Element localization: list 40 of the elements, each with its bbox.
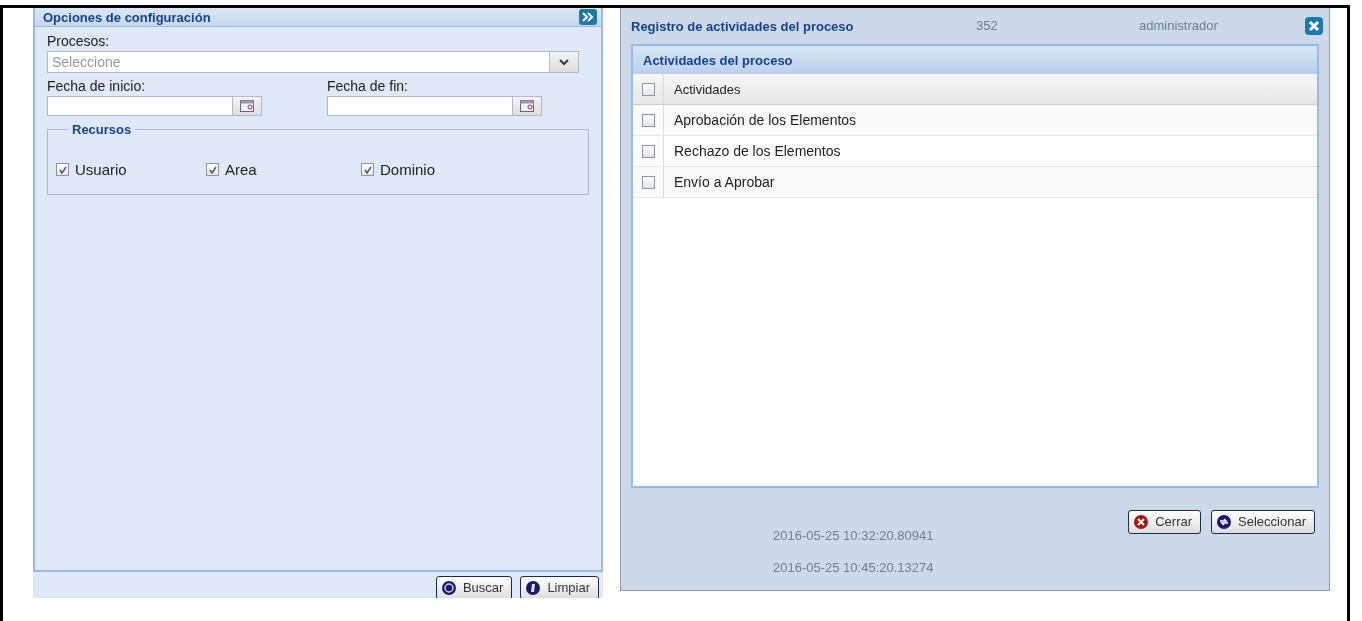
column-header: Actividades bbox=[673, 81, 741, 97]
calendar-icon[interactable] bbox=[513, 96, 542, 116]
arrows-icon bbox=[1216, 513, 1233, 530]
checkbox-label: Dominio bbox=[380, 161, 436, 178]
double-arrow-icon[interactable] bbox=[579, 9, 597, 25]
date-field[interactable] bbox=[47, 96, 233, 116]
dialog-title: Registro de actividades del proceso bbox=[631, 18, 854, 34]
close-icon[interactable] bbox=[1305, 17, 1323, 35]
checkbox[interactable] bbox=[641, 82, 655, 96]
chevron-down-icon[interactable] bbox=[549, 52, 578, 72]
background-text: administrador bbox=[1139, 18, 1218, 33]
table-cell[interactable]: Aprobación de los Elementos bbox=[664, 112, 857, 128]
background-text: 2016-05-25 10:32:20.80941 bbox=[773, 528, 934, 543]
checkbox[interactable] bbox=[641, 144, 655, 158]
search-button[interactable]: Buscar bbox=[435, 576, 513, 598]
checkbox[interactable] bbox=[641, 113, 655, 127]
checkbox-label: Area bbox=[225, 161, 257, 178]
date-field[interactable] bbox=[327, 96, 513, 116]
panel-header: Actividades del proceso bbox=[633, 46, 1317, 74]
group-title: Recursos bbox=[71, 122, 133, 137]
table-cell[interactable]: Envío a Aprobar bbox=[664, 174, 775, 190]
calendar-icon[interactable] bbox=[233, 96, 262, 116]
background-text: 352 bbox=[976, 18, 998, 33]
brush-icon bbox=[525, 579, 542, 596]
panel-title: Opciones de configuración bbox=[43, 9, 211, 25]
table-cell[interactable]: Rechazo de los Elementos bbox=[664, 143, 841, 159]
checkbox[interactable] bbox=[56, 163, 69, 176]
select-button[interactable]: Seleccionar bbox=[1211, 510, 1315, 534]
field-label: Fecha de inicio: bbox=[47, 78, 147, 94]
close-button[interactable]: Cerrar bbox=[1128, 510, 1202, 534]
checkbox[interactable] bbox=[206, 163, 219, 176]
close-icon bbox=[1133, 513, 1150, 530]
field-label: Procesos: bbox=[47, 33, 111, 49]
checkbox[interactable] bbox=[361, 163, 374, 176]
clear-button[interactable]: Limpiar bbox=[520, 576, 599, 598]
checkbox-label: Usuario bbox=[75, 161, 127, 178]
search-icon bbox=[440, 579, 457, 596]
checkbox[interactable] bbox=[641, 175, 655, 189]
field-label: Fecha de fin: bbox=[327, 78, 409, 94]
background-text: 2016-05-25 10:45:20.13274 bbox=[773, 560, 934, 575]
